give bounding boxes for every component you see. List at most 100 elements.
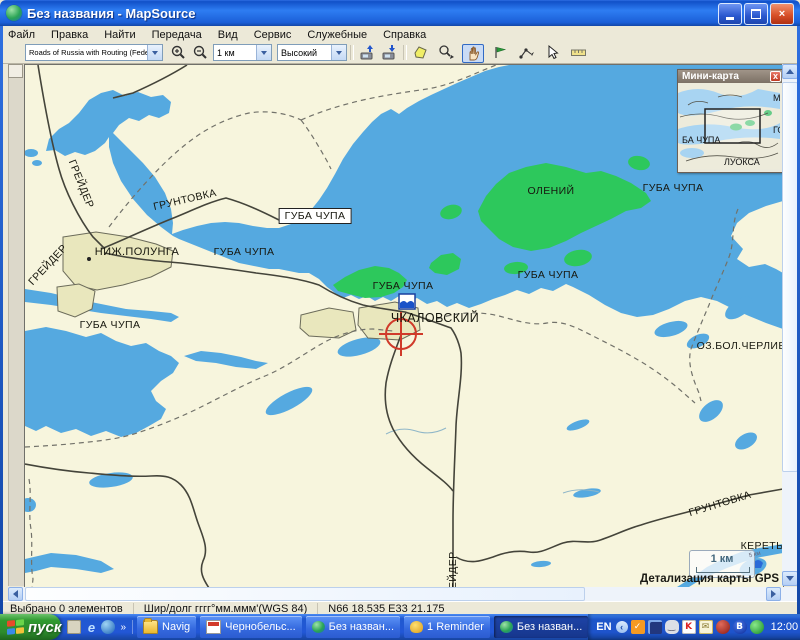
taskbar-button-label: Navig (162, 621, 190, 633)
taskbar-button[interactable]: Чернобельс... (200, 616, 302, 638)
gps-send-icon[interactable] (356, 44, 376, 61)
scrollbar-corner (782, 587, 798, 601)
map-label: ГУБА ЧУПА (80, 319, 141, 331)
network-icon[interactable] (750, 620, 764, 634)
tray-chevron-icon[interactable]: ‹ (616, 621, 628, 633)
task-buttons: Navig Чернобельс... Без назван... 1 Reminde… (133, 616, 588, 638)
taskbar-button-label: Без назван... (329, 621, 394, 633)
zoom-in-icon[interactable] (168, 44, 188, 61)
map-label: ЧКАЛОВСКИЙ (391, 311, 479, 325)
window-titlebar[interactable]: Без названия - MapSource × (0, 0, 800, 26)
zoom-region-icon[interactable] (436, 44, 456, 61)
product-dropdown[interactable]: Roads of Russia with Routing (Federal re… (25, 44, 163, 61)
menu-item-6[interactable]: Сервис (246, 28, 300, 42)
splitter-handle[interactable] (8, 64, 23, 78)
map-label: ГУБА ЧУПА (518, 269, 579, 281)
map-label: ОЗ.БОЛ.ЧЕРЛИВОЕ (697, 340, 784, 352)
minimap-canvas[interactable]: МЕНДОГОРЕБА ЧУПАЛУОКСА (678, 83, 780, 169)
route-tool-icon[interactable] (516, 44, 536, 61)
windows-logo-icon (7, 619, 24, 636)
minimap-panel[interactable]: Мини-карта x (677, 69, 783, 173)
device-icon[interactable] (716, 620, 730, 634)
document-icon (206, 620, 221, 634)
tray-icons: ✓ ‿K✉ B (631, 620, 764, 634)
desktop: Без названия - MapSource × ФайлПравкаНай… (0, 0, 800, 640)
folder-icon (143, 620, 158, 634)
status-coordinates: N66 18.535 E33 21.175 (318, 603, 454, 615)
display-icon[interactable] (648, 620, 662, 634)
app-icon[interactable] (101, 620, 115, 634)
waypoint-flag-icon[interactable] (490, 44, 510, 61)
taskbar-button[interactable]: Без назван... (306, 616, 400, 638)
map-canvas[interactable]: ГРЕЙДЕРГРУНТОВКАНИЖ.ПОЛУНГАГРЕЙДЕРГУБА Ч… (24, 64, 784, 588)
horizontal-scroll-thumb[interactable] (25, 587, 585, 601)
mapsource-icon (312, 621, 325, 633)
menu-item-4[interactable]: Передача (144, 28, 210, 42)
map-scale-dropdown[interactable]: 1 км (213, 44, 272, 61)
taskbar-button-label: 1 Reminder (427, 621, 484, 633)
minimize-button[interactable] (718, 3, 742, 25)
gps-receive-icon[interactable] (378, 44, 398, 61)
taskbar-button[interactable]: Без назван... (494, 616, 588, 638)
clock: 12:00 (771, 621, 799, 633)
map-label: ГУБА ЧУПА (279, 208, 352, 224)
mouse-icon[interactable]: ‿ (665, 620, 679, 634)
marina-icon (399, 294, 415, 309)
taskbar-button-label: Без назван... (517, 621, 582, 633)
close-button[interactable]: × (770, 3, 794, 25)
start-button[interactable]: пуск (0, 614, 61, 640)
map-label: ГРЕЙДЕР (447, 551, 459, 588)
chevron-down-icon[interactable] (147, 45, 162, 60)
close-icon[interactable]: x (770, 71, 781, 82)
menu-item-2[interactable]: Правка (43, 28, 96, 42)
chevron-down-icon[interactable] (331, 45, 346, 60)
taskbar-button[interactable]: Navig (137, 616, 196, 638)
checkmark-icon[interactable]: ✓ (631, 620, 645, 634)
system-tray: EN ‹ ✓ ‿K✉ B 12:00 (588, 614, 800, 640)
map-label: ОЛЕНИЙ (527, 185, 574, 197)
ruler-tool-icon[interactable] (568, 44, 588, 61)
mail-icon[interactable]: ✉ (699, 620, 713, 634)
vertical-scroll-thumb[interactable] (782, 82, 798, 472)
scroll-right-icon[interactable] (766, 587, 781, 601)
minimap-title: Мини-карта (682, 71, 739, 82)
menu-item-3[interactable]: Найти (96, 28, 143, 42)
hand-tool-icon[interactable] (462, 44, 484, 63)
menu-item-7[interactable]: Служебные (299, 28, 375, 42)
minimap-titlebar[interactable]: Мини-карта x (678, 70, 782, 83)
status-position-format: Шир/долг гггг°мм.ммм'(WGS 84) (134, 603, 319, 615)
minimap-label: ГОРЕ (773, 125, 780, 135)
left-gutter (8, 64, 24, 586)
internet-explorer-icon[interactable]: e (84, 620, 98, 634)
antivirus-icon[interactable]: K (682, 620, 696, 634)
menu-bar: ФайлПравкаНайтиПередачаВидСервисСлужебны… (0, 26, 800, 44)
quick-launch: e» (67, 620, 133, 634)
pointer-tool-icon[interactable] (542, 44, 562, 61)
bluetooth-icon[interactable]: B (733, 620, 747, 634)
window-title: Без названия - MapSource (27, 6, 195, 21)
show-desktop-icon[interactable] (67, 620, 81, 634)
menu-item-5[interactable]: Вид (210, 28, 246, 42)
scroll-down-icon[interactable] (782, 571, 798, 586)
map-label: НИЖ.ПОЛУНГА (95, 246, 180, 258)
chevron-down-icon[interactable] (256, 45, 271, 60)
status-selection: Выбрано 0 элементов (0, 603, 134, 615)
toolbar: Roads of Russia with Routing (Federal re… (0, 43, 800, 64)
minimap-label: БА ЧУПА (682, 135, 720, 145)
taskbar-button[interactable]: 1 Reminder (404, 616, 490, 638)
mapsource-app-icon (6, 5, 22, 21)
zoom-out-icon[interactable] (190, 44, 210, 61)
scroll-up-icon[interactable] (782, 64, 798, 79)
restore-button[interactable] (744, 3, 768, 25)
detail-level-dropdown[interactable]: Высокий (277, 44, 347, 61)
language-indicator[interactable]: EN (596, 621, 611, 633)
scroll-left-icon[interactable] (8, 587, 23, 601)
start-label: пуск (28, 619, 61, 636)
menu-item-8[interactable]: Справка (375, 28, 434, 42)
map-label: ГУБА ЧУПА (373, 280, 434, 292)
menu-item-1[interactable]: Файл (0, 28, 43, 42)
polygon-select-icon[interactable] (410, 44, 430, 61)
minimap-label: МЕНДО (773, 93, 780, 103)
quick-launch-overflow[interactable]: » (120, 622, 126, 633)
taskbar-button-label: Чернобельс... (225, 621, 296, 633)
